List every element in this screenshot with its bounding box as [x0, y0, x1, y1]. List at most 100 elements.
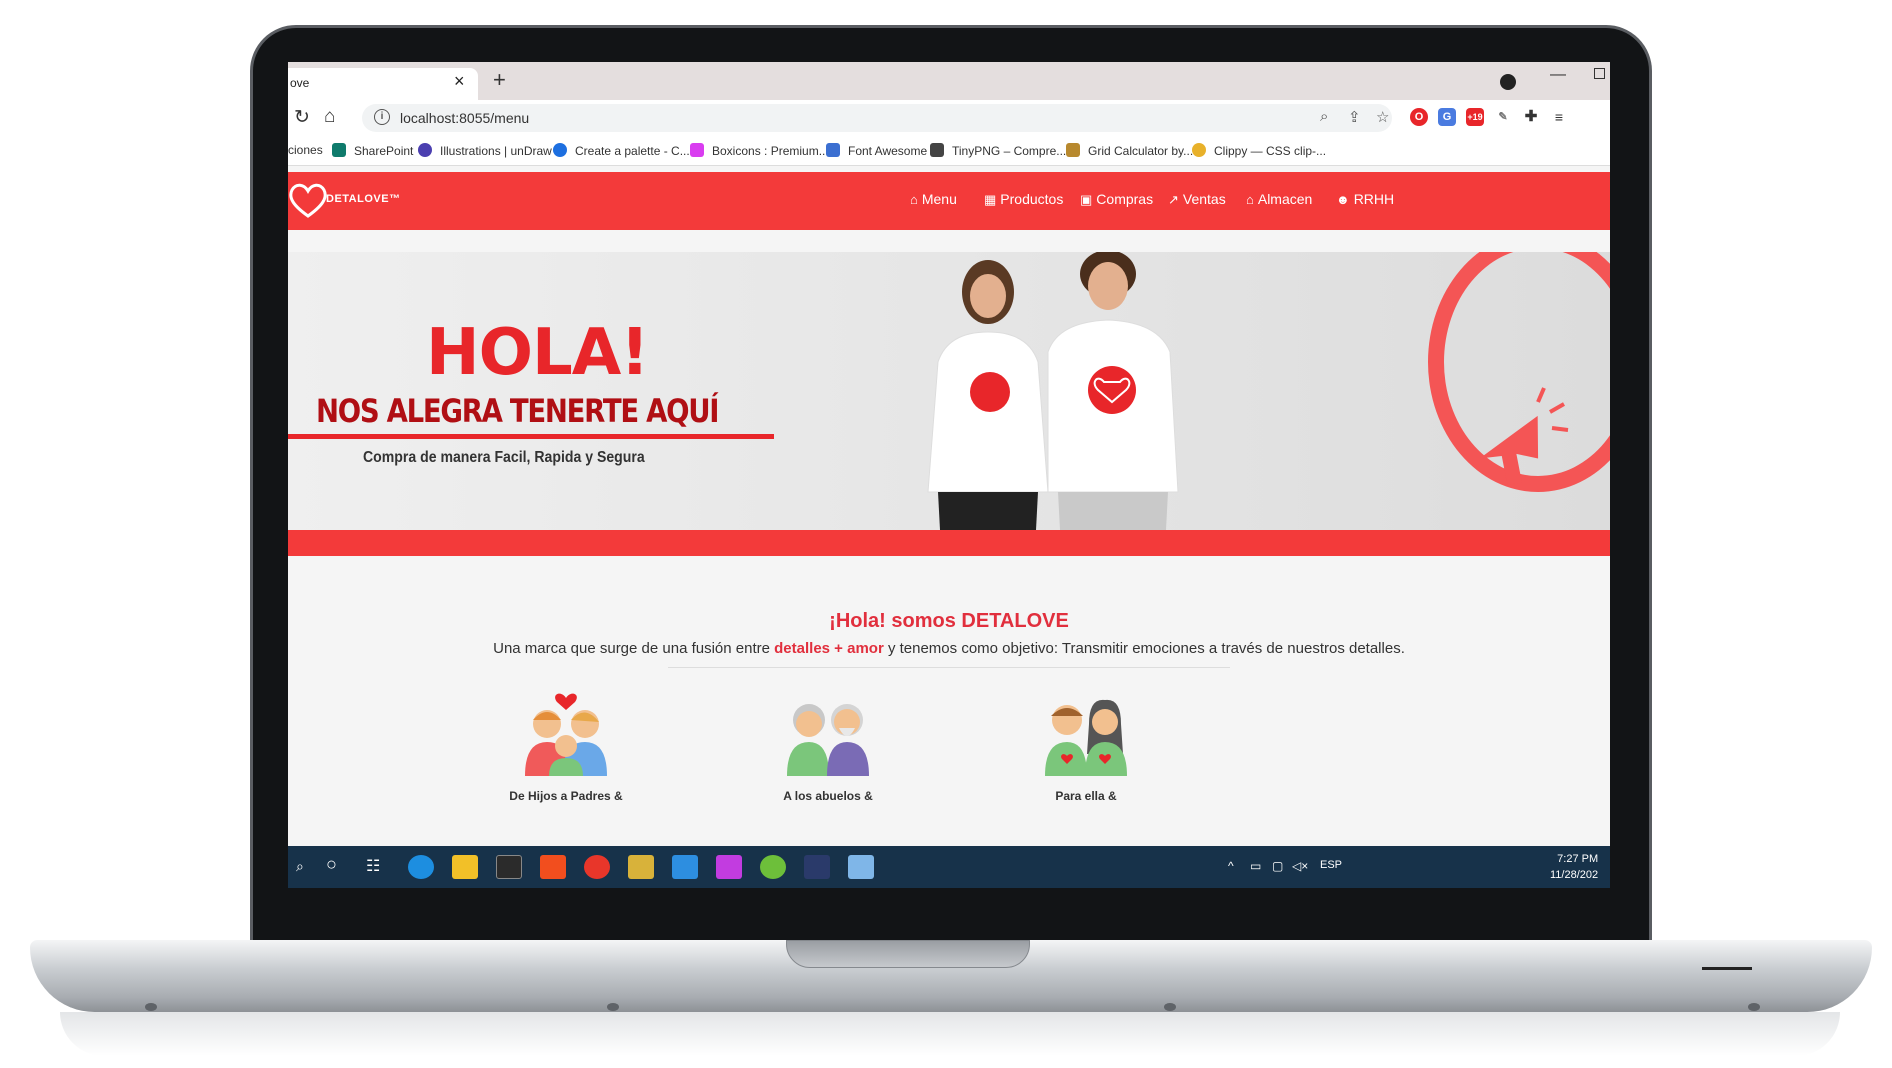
terminal-icon[interactable] [496, 855, 522, 879]
tinypng-icon [930, 143, 944, 157]
bookmark-label: Boxicons : Premium... [712, 144, 829, 158]
app-icon[interactable] [848, 855, 874, 879]
nav-almacen[interactable]: ⌂ Almacen [1246, 191, 1312, 207]
pen-extension-icon[interactable]: ✎ [1494, 108, 1512, 126]
bookmark-item[interactable]: ciones [288, 143, 323, 157]
edge-icon[interactable] [408, 855, 434, 879]
category-card[interactable]: Para ella & [996, 684, 1176, 803]
nav-ventas[interactable]: ↗ Ventas [1168, 191, 1226, 208]
category-label: De Hijos a Padres & [509, 789, 623, 803]
calendar-extension-icon[interactable]: +19 [1466, 108, 1484, 126]
bookmark-label: Clippy — CSS clip-... [1214, 144, 1327, 158]
bookmark-label: TinyPNG – Compre... [952, 144, 1067, 158]
bookmark-label: Font Awesome [848, 144, 928, 158]
bookmark-label: Create a palette - C... [575, 144, 690, 158]
clock[interactable]: 7:27 PM 11/28/202 [1550, 851, 1598, 883]
tab-search-icon[interactable] [1500, 74, 1516, 90]
share-icon[interactable]: ⇪ [1348, 108, 1361, 126]
bookmark-item[interactable]: Create a palette - C... [553, 143, 690, 158]
coolors-icon [553, 143, 567, 157]
hero-tagline: Compra de manera Facil, Rapida y Segura [363, 449, 645, 466]
about-section: ¡Hola! somos DETALOVE Una marca que surg… [288, 556, 1610, 856]
nav-label: Compras [1096, 191, 1154, 207]
laptop-foot [607, 1003, 619, 1011]
section-divider [668, 667, 1230, 668]
hero-underline [288, 434, 774, 439]
reading-list-icon[interactable]: ≡ [1550, 108, 1568, 126]
netbeans-icon[interactable] [804, 855, 830, 879]
about-highlight: detalles + amor [774, 640, 884, 657]
cortana-icon[interactable]: ○ [326, 854, 337, 875]
bookmark-star-icon[interactable]: ☆ [1376, 108, 1389, 126]
chrome-icon[interactable] [584, 855, 610, 879]
bookmark-item[interactable]: Boxicons : Premium... [690, 143, 829, 158]
address-bar[interactable]: i localhost:8055/menu ⌕ ⇪ ☆ [362, 104, 1392, 132]
bookmarks-bar: ciones SharePoint Illustrations | unDraw… [288, 136, 1610, 166]
figma-icon[interactable] [540, 855, 566, 879]
category-card[interactable]: De Hijos a Padres & [476, 684, 656, 803]
about-text-after: y tenemos como objetivo: Transmitir emoc… [883, 640, 1405, 657]
windows-taskbar: ⌕ ○ ☷ ^ ▭ ▢ ◁× ESP 7:27 PM 11/28/202 [288, 846, 1610, 888]
search-icon[interactable]: ⌕ [296, 858, 304, 875]
nav-label: Productos [1000, 191, 1064, 207]
intellij-icon[interactable] [716, 855, 742, 879]
category-card[interactable]: A los abuelos & [738, 684, 918, 803]
home-icon: ⌂ [910, 192, 918, 207]
extensions-puzzle-icon[interactable]: ✚ [1522, 108, 1540, 126]
site-navbar: DETALOVE™ ⌂ Menu ▦ Productos ▣ Compras ↗ Ven… [288, 172, 1610, 230]
bookmark-item[interactable]: Font Awesome [826, 143, 927, 158]
opera-extension-icon[interactable]: O [1410, 108, 1428, 126]
category-label: Para ella & [1055, 789, 1117, 803]
bookmark-item[interactable]: TinyPNG – Compre... [930, 143, 1066, 158]
battery-icon[interactable]: ▭ [1250, 859, 1261, 873]
site-info-icon[interactable]: i [374, 109, 390, 125]
bookmark-item[interactable]: Clippy — CSS clip-... [1192, 143, 1326, 158]
nav-menu[interactable]: ⌂ Menu [910, 191, 957, 207]
volume-icon[interactable]: ◁× [1292, 859, 1308, 873]
sharepoint-icon [332, 143, 346, 157]
translate-extension-icon[interactable]: G [1438, 108, 1456, 126]
brand-name[interactable]: DETALOVE™ [326, 193, 401, 205]
language-indicator[interactable]: ESP [1320, 859, 1342, 871]
nav-rrhh[interactable]: ☻ RRHH [1336, 191, 1394, 207]
python-icon[interactable] [628, 855, 654, 879]
bookmark-item[interactable]: SharePoint [332, 143, 413, 158]
heart-logo-icon[interactable] [288, 180, 328, 220]
network-icon[interactable]: ▢ [1272, 859, 1283, 873]
home-icon[interactable]: ⌂ [324, 106, 335, 128]
grandparents-icon [787, 704, 869, 776]
couple-icon [1045, 699, 1127, 776]
vscode-icon[interactable] [672, 855, 698, 879]
bookmark-item[interactable]: Grid Calculator by... [1066, 143, 1193, 158]
reload-icon[interactable]: ↻ [294, 106, 310, 129]
laptop-reflection [60, 1012, 1840, 1056]
browser-tab[interactable]: ove × [288, 68, 478, 100]
flag-icon [826, 143, 840, 157]
zoom-icon[interactable]: ⌕ [1320, 108, 1328, 125]
grid-icon [1066, 143, 1080, 157]
nav-compras[interactable]: ▣ Compras [1080, 191, 1153, 208]
maximize-button[interactable] [1594, 68, 1605, 79]
bookmark-label: SharePoint [354, 144, 414, 158]
nav-productos[interactable]: ▦ Productos [984, 191, 1063, 208]
nav-label: Almacen [1257, 191, 1313, 207]
bookmark-label: Illustrations | unDraw [440, 144, 552, 158]
bookmark-item[interactable]: Illustrations | unDraw [418, 143, 552, 158]
file-explorer-icon[interactable] [452, 855, 478, 879]
laptop-indicator [1702, 967, 1752, 970]
family-icon [525, 693, 607, 776]
bag-icon: ▣ [1080, 192, 1093, 207]
laptop-mockup: ove × + — ↻ ⌂ i localhost:8055/menu ⌕ ⇪ … [0, 0, 1892, 1068]
clippy-icon [1192, 143, 1206, 157]
new-tab-button[interactable]: + [493, 67, 506, 93]
grid-icon: ▦ [984, 192, 997, 207]
task-view-icon[interactable]: ☷ [366, 856, 380, 876]
tray-overflow-icon[interactable]: ^ [1228, 859, 1234, 873]
minimize-button[interactable]: — [1550, 66, 1566, 84]
tab-title: ove [290, 76, 310, 90]
laptop-notch [786, 940, 1030, 968]
tab-close-button[interactable]: × [454, 71, 465, 92]
spring-icon[interactable] [760, 855, 786, 879]
click-cursor-icon [1479, 387, 1569, 485]
nav-label: Menu [921, 191, 957, 207]
